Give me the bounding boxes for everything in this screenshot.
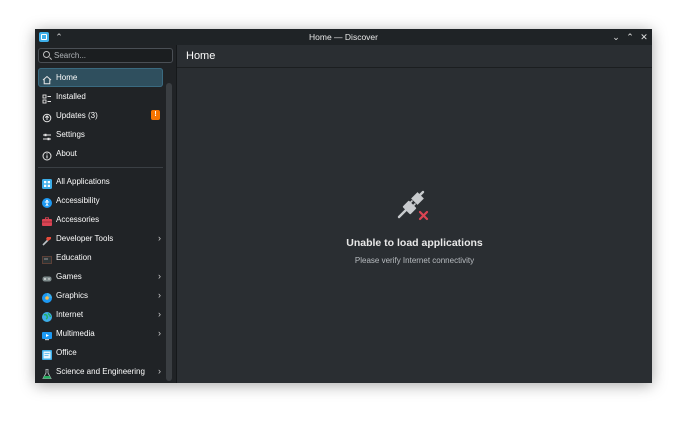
sidebar-item-label: Settings	[56, 130, 85, 139]
network-disconnected-icon	[397, 190, 429, 221]
sidebar-item-office[interactable]: Office	[38, 343, 163, 362]
chevron-right-icon: ›	[158, 309, 161, 319]
search-input[interactable]	[54, 49, 164, 62]
search-field[interactable]	[38, 48, 173, 63]
sidebar-item-label: Education	[56, 253, 92, 262]
sidebar-item-label: Graphics	[56, 291, 89, 300]
sidebar-item-label: Accessibility	[56, 196, 100, 205]
search-icon	[43, 51, 50, 58]
sidebar-item-all-applications[interactable]: All Applications	[38, 172, 163, 191]
maximize-button[interactable]: ⌃	[623, 30, 637, 44]
chevron-right-icon: ›	[158, 271, 161, 281]
sidebar-item-graphics[interactable]: Graphics ›	[38, 286, 163, 305]
sidebar-item-internet[interactable]: Internet ›	[38, 305, 163, 324]
sidebar-separator	[38, 167, 163, 168]
sidebar-item-games[interactable]: Games ›	[38, 267, 163, 286]
sidebar-item-developer-tools[interactable]: Developer Tools ›	[38, 229, 163, 248]
page-header: Home	[177, 45, 652, 68]
accessories-icon	[42, 214, 52, 226]
chevron-right-icon: ›	[158, 233, 161, 243]
main-content: Unable to load applications Please verif…	[177, 68, 652, 383]
sidebar-item-label: Games	[56, 272, 82, 281]
sidebar-item-label: Office	[56, 348, 77, 357]
office-icon	[42, 347, 52, 360]
sidebar-item-label: Updates (3)	[56, 111, 98, 120]
error-title: Unable to load applications	[346, 237, 483, 249]
sidebar-item-about[interactable]: About	[38, 144, 163, 163]
accessibility-icon	[42, 195, 52, 208]
error-subtitle: Please verify Internet connectivity	[354, 256, 475, 265]
about-icon	[42, 148, 52, 161]
minimize-button[interactable]: ⌄	[609, 30, 623, 44]
games-icon	[42, 271, 52, 282]
chevron-right-icon: ›	[158, 328, 161, 338]
sidebar-scrollbar[interactable]	[166, 83, 172, 381]
sidebar-item-education[interactable]: Education	[38, 248, 163, 267]
sidebar-item-accessibility[interactable]: Accessibility	[38, 191, 163, 210]
sidebar: Home Installed Updates (3)! Settings About Al…	[35, 45, 176, 383]
chevron-right-icon: ›	[158, 366, 161, 376]
chevron-right-icon: ›	[158, 290, 161, 300]
page-title: Home	[186, 50, 216, 62]
sidebar-item-label: All Applications	[56, 177, 110, 186]
titlebar[interactable]: ⌃ Home — Discover ⌄ ⌃ ✕	[35, 29, 652, 45]
sidebar-item-installed[interactable]: Installed	[38, 87, 163, 106]
updates-badge: !	[151, 110, 160, 120]
discover-window: ⌃ Home — Discover ⌄ ⌃ ✕ Home Installed Upd…	[35, 29, 652, 383]
sidebar-nav: Home Installed Updates (3)! Settings About Al…	[35, 68, 165, 381]
developer-tools-icon	[42, 233, 52, 246]
window-title: Home — Discover	[309, 32, 378, 42]
multimedia-icon	[42, 328, 52, 341]
science-icon	[42, 366, 52, 379]
all-applications-icon	[42, 176, 52, 189]
sidebar-item-home[interactable]: Home	[38, 68, 163, 87]
settings-icon	[42, 129, 52, 141]
sidebar-item-label: Home	[56, 73, 78, 82]
sidebar-item-science[interactable]: Science and Engineering ›	[38, 362, 163, 381]
sidebar-item-label: Installed	[56, 92, 86, 101]
updates-icon	[42, 110, 52, 123]
education-icon	[42, 252, 52, 264]
sidebar-item-multimedia[interactable]: Multimedia ›	[38, 324, 163, 343]
close-button[interactable]: ✕	[637, 30, 651, 44]
graphics-icon	[42, 290, 52, 303]
sidebar-item-label: Accessories	[56, 215, 100, 224]
sidebar-item-settings[interactable]: Settings	[38, 125, 163, 144]
sidebar-item-label: About	[56, 149, 77, 158]
sidebar-item-label: Multimedia	[56, 329, 95, 338]
sidebar-item-updates[interactable]: Updates (3)!	[38, 106, 163, 125]
sidebar-item-label: Internet	[56, 310, 84, 319]
sidebar-item-label: Science and Engineering	[56, 367, 145, 376]
sidebar-item-label: Developer Tools	[56, 234, 114, 243]
internet-icon	[42, 309, 52, 322]
sidebar-item-accessories[interactable]: Accessories	[38, 210, 163, 229]
home-icon	[42, 72, 52, 85]
installed-icon	[42, 91, 52, 104]
